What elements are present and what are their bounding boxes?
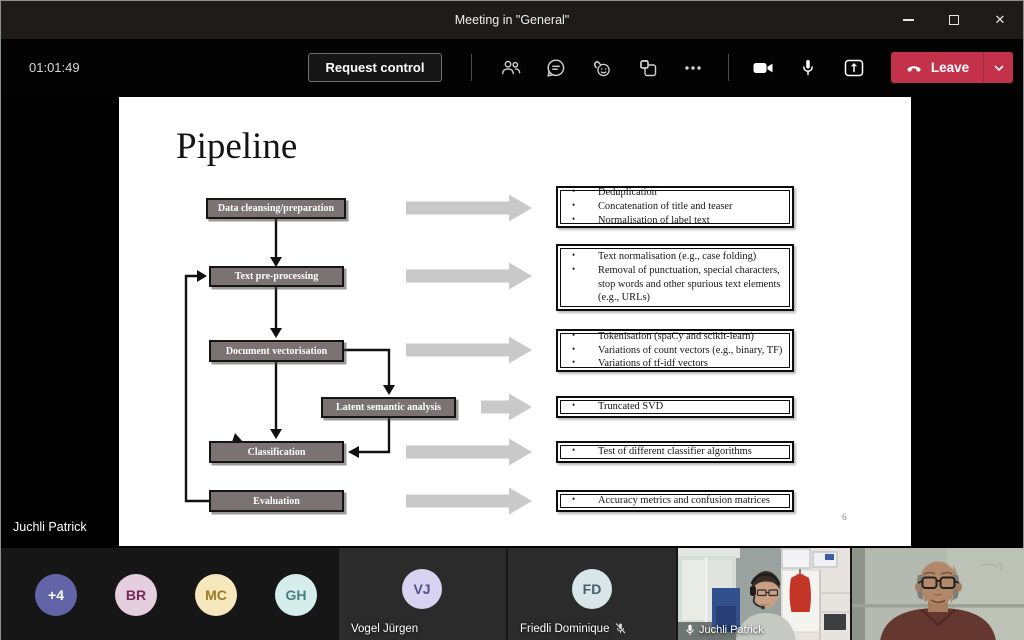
video-feed-speaker (852, 548, 1024, 640)
maximize-button[interactable] (931, 1, 977, 39)
overflow-count: +4 (48, 587, 64, 603)
bullet-item: Deduplication (562, 186, 786, 200)
more-icon (682, 57, 704, 79)
request-control-button[interactable]: Request control (308, 53, 442, 82)
bullet-item: Variations of count vectors (e.g., binar… (562, 344, 786, 358)
leave-label: Leave (931, 60, 969, 75)
chat-button[interactable] (540, 52, 572, 84)
participants-button[interactable] (495, 52, 527, 84)
shared-slide: Pipeline (119, 97, 911, 546)
detail-box-data-cleansing: Deduplication Concatenation of title and… (556, 186, 794, 228)
video-tile-juchli-patrick[interactable]: Juchli Patrick (678, 548, 850, 640)
avatar-br[interactable]: BR (115, 574, 157, 616)
window-title: Meeting in "General" (1, 1, 1023, 39)
participant-name: Friedli Dominique (520, 623, 609, 635)
share-tray-button[interactable] (838, 52, 870, 84)
presenter-name-label: Juchli Patrick (13, 520, 87, 534)
bullet-item: Removal of punctuation, special characte… (562, 264, 786, 305)
bullet-item: Concatenation of title and teaser (562, 200, 786, 214)
flow-node-latent-semantic-analysis: Latent semantic analysis (321, 397, 456, 418)
share-tray-icon (842, 56, 866, 80)
detail-box-lsa: Truncated SVD (556, 396, 794, 418)
detail-box-vectorisation: Tokenisation (spaCy and scikit-learn) Va… (556, 329, 794, 372)
bullet-item: Test of different classifier algorithms (562, 445, 786, 459)
slide-page-number: 6 (842, 513, 847, 523)
close-button[interactable]: ✕ (977, 1, 1023, 39)
camera-icon (751, 56, 775, 80)
detail-box-evaluation: Accuracy metrics and confusion matrices (556, 490, 794, 512)
microphone-icon (797, 57, 819, 79)
overflow-participants-badge[interactable]: +4 (35, 574, 77, 616)
toolbar-divider (728, 54, 729, 81)
bullet-item: Text normalisation (e.g., case folding) (562, 250, 786, 264)
teams-meeting-window: Meeting in "General" ✕ 01:01:49 Request … (0, 0, 1024, 640)
breakout-rooms-button[interactable] (632, 52, 664, 84)
reactions-icon (591, 57, 613, 79)
detail-box-classification: Test of different classifier algorithms (556, 441, 794, 463)
avatar-vj: VJ (402, 569, 442, 609)
participant-name: Vogel Jürgen (351, 623, 418, 635)
avatar-mc[interactable]: MC (195, 574, 237, 616)
bullet-item: Variations of tf-idf vectors (562, 357, 786, 371)
avatar-gh[interactable]: GH (275, 574, 317, 616)
flow-node-text-preprocessing: Text pre-processing (209, 266, 344, 287)
minimize-button[interactable] (885, 1, 931, 39)
avatar-initials: BR (126, 587, 146, 603)
screen-share-stage: Juchli Patrick Pipeline (1, 96, 1023, 548)
maximize-icon (949, 15, 959, 25)
participant-tile-vogel-jurgen[interactable]: VJ Vogel Jürgen (339, 548, 506, 640)
bullet-item: Tokenisation (spaCy and scikit-learn) (562, 330, 786, 344)
flow-node-classification: Classification (209, 441, 344, 463)
avatar-initials: VJ (413, 581, 430, 597)
video-tile-speaker[interactable] (852, 548, 1024, 640)
avatar-initials: FD (583, 581, 602, 597)
toolbar-divider (471, 54, 472, 81)
flowchart-connectors (119, 97, 911, 546)
mic-off-icon (614, 622, 627, 635)
avatar-initials: GH (286, 587, 307, 603)
participants-icon (500, 57, 522, 79)
camera-button[interactable] (747, 52, 779, 84)
meeting-toolbar: 01:01:49 Request control (1, 39, 1023, 96)
flow-node-evaluation: Evaluation (209, 490, 344, 512)
video-participant-name: Juchli Patrick (699, 624, 764, 636)
reactions-button[interactable] (586, 52, 618, 84)
avatar-initials: MC (205, 587, 227, 603)
leave-options-button[interactable] (984, 52, 1013, 83)
chat-icon (545, 57, 567, 79)
bullet-item: Accuracy metrics and confusion matrices (562, 494, 786, 508)
flow-node-document-vectorisation: Document vectorisation (209, 340, 344, 362)
bullet-item: Truncated SVD (562, 400, 786, 414)
avatar-fd: FD (572, 569, 612, 609)
mic-icon (685, 624, 695, 636)
meeting-timer: 01:01:49 (29, 39, 80, 96)
more-options-button[interactable] (677, 52, 709, 84)
microphone-button[interactable] (792, 52, 824, 84)
flow-node-data-cleansing: Data cleansing/preparation (206, 198, 346, 219)
participant-tile-friedli-dominique[interactable]: FD Friedli Dominique (508, 548, 676, 640)
chevron-down-icon (992, 61, 1006, 75)
minimize-icon (903, 19, 914, 20)
leave-button-main[interactable]: Leave (891, 52, 983, 83)
title-bar: Meeting in "General" ✕ (1, 1, 1023, 39)
bullet-item: Normalisation of label text (562, 214, 786, 228)
breakout-rooms-icon (637, 57, 659, 79)
leave-button[interactable]: Leave (891, 52, 1013, 83)
hangup-icon (905, 61, 923, 75)
detail-box-text-preprocessing: Text normalisation (e.g., case folding) … (556, 244, 794, 311)
close-icon: ✕ (995, 12, 1006, 28)
participants-strip: +4 BR MC GH VJ Vogel Jürgen FD Friedli D… (1, 548, 1023, 640)
